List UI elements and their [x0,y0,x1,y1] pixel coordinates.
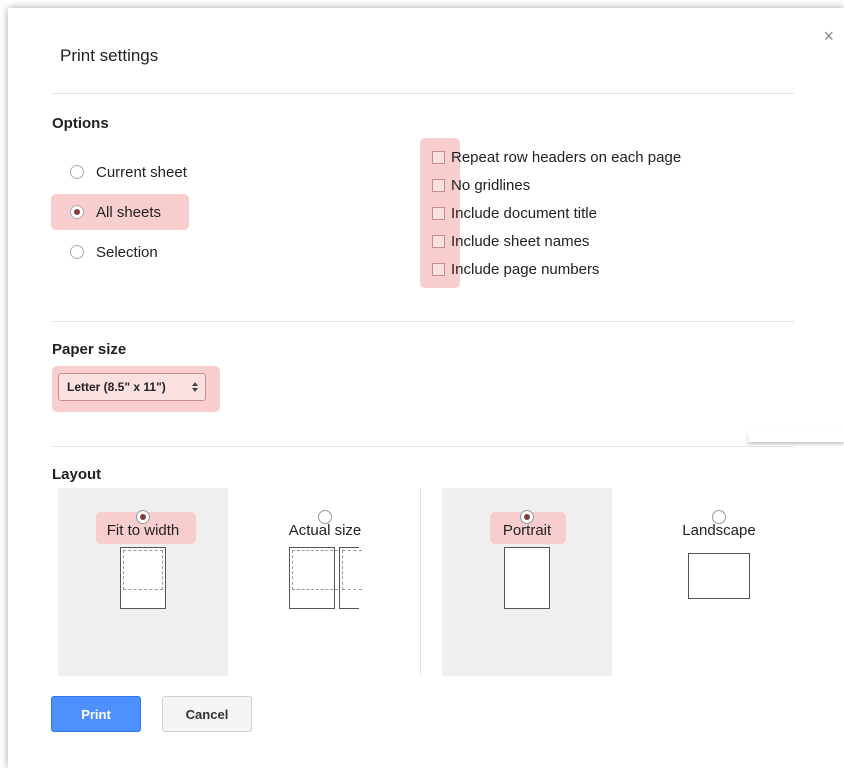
radio-all-sheets[interactable]: All sheets [70,199,161,225]
layout-option-actual-size[interactable]: Actual size [250,488,400,676]
layout-heading: Layout [52,466,102,483]
option-label: Fit to width [106,522,180,539]
checkbox-label: Repeat row headers on each page [451,148,682,166]
checkbox-icon[interactable] [432,150,445,164]
checkbox-no-gridlines[interactable]: No gridlines [432,175,530,195]
landscape-page-icon [688,553,750,599]
checkbox-repeat-row-headers[interactable]: Repeat row headers on each page [432,147,681,167]
portrait-page-icon [504,547,550,609]
print-button[interactable]: Print [51,696,141,732]
up-down-chevron-icon [191,381,199,393]
checkbox-include-document-title[interactable]: Include document title [432,203,597,223]
radio-icon[interactable] [70,205,84,219]
checkbox-label: Include document title [451,204,597,222]
radio-icon[interactable] [70,245,84,259]
close-icon[interactable]: × [823,27,834,45]
checkbox-icon[interactable] [432,206,445,220]
checkbox-icon[interactable] [432,234,445,248]
layout-option-fit-to-width[interactable]: Fit to width [58,488,228,676]
radio-selection[interactable]: Selection [70,239,158,265]
layout-separator [420,488,421,676]
radio-label: Current sheet [96,163,187,181]
divider [52,93,794,94]
radio-label: Selection [96,243,158,261]
option-label: Landscape [682,522,756,539]
side-panel-edge [748,432,844,442]
checkbox-label: No gridlines [451,176,531,194]
radio-icon[interactable] [70,165,84,179]
cancel-button[interactable]: Cancel [162,696,252,732]
checkbox-label: Include sheet names [451,232,590,250]
paper-size-value: Letter (8.5" x 11") [67,380,166,394]
checkbox-icon[interactable] [432,178,445,192]
actual-size-pages-icon [285,547,365,613]
checkbox-include-page-numbers[interactable]: Include page numbers [432,259,599,279]
divider [52,446,794,447]
dialog-title: Print settings [60,46,159,65]
layout-option-landscape[interactable]: Landscape [634,488,804,676]
option-label: Portrait [502,522,552,539]
fit-width-page-icon [120,547,166,609]
paper-size-heading: Paper size [52,341,127,358]
checkbox-include-sheet-names[interactable]: Include sheet names [432,231,589,251]
options-heading: Options [52,115,109,132]
checkbox-icon[interactable] [432,262,445,276]
option-label: Actual size [288,522,362,539]
radio-label: All sheets [96,203,162,221]
layout-option-portrait[interactable]: Portrait [442,488,612,676]
paper-size-select[interactable]: Letter (8.5" x 11") [58,373,206,401]
divider [52,321,794,322]
checkbox-label: Include page numbers [451,260,600,278]
radio-current-sheet[interactable]: Current sheet [70,159,187,185]
